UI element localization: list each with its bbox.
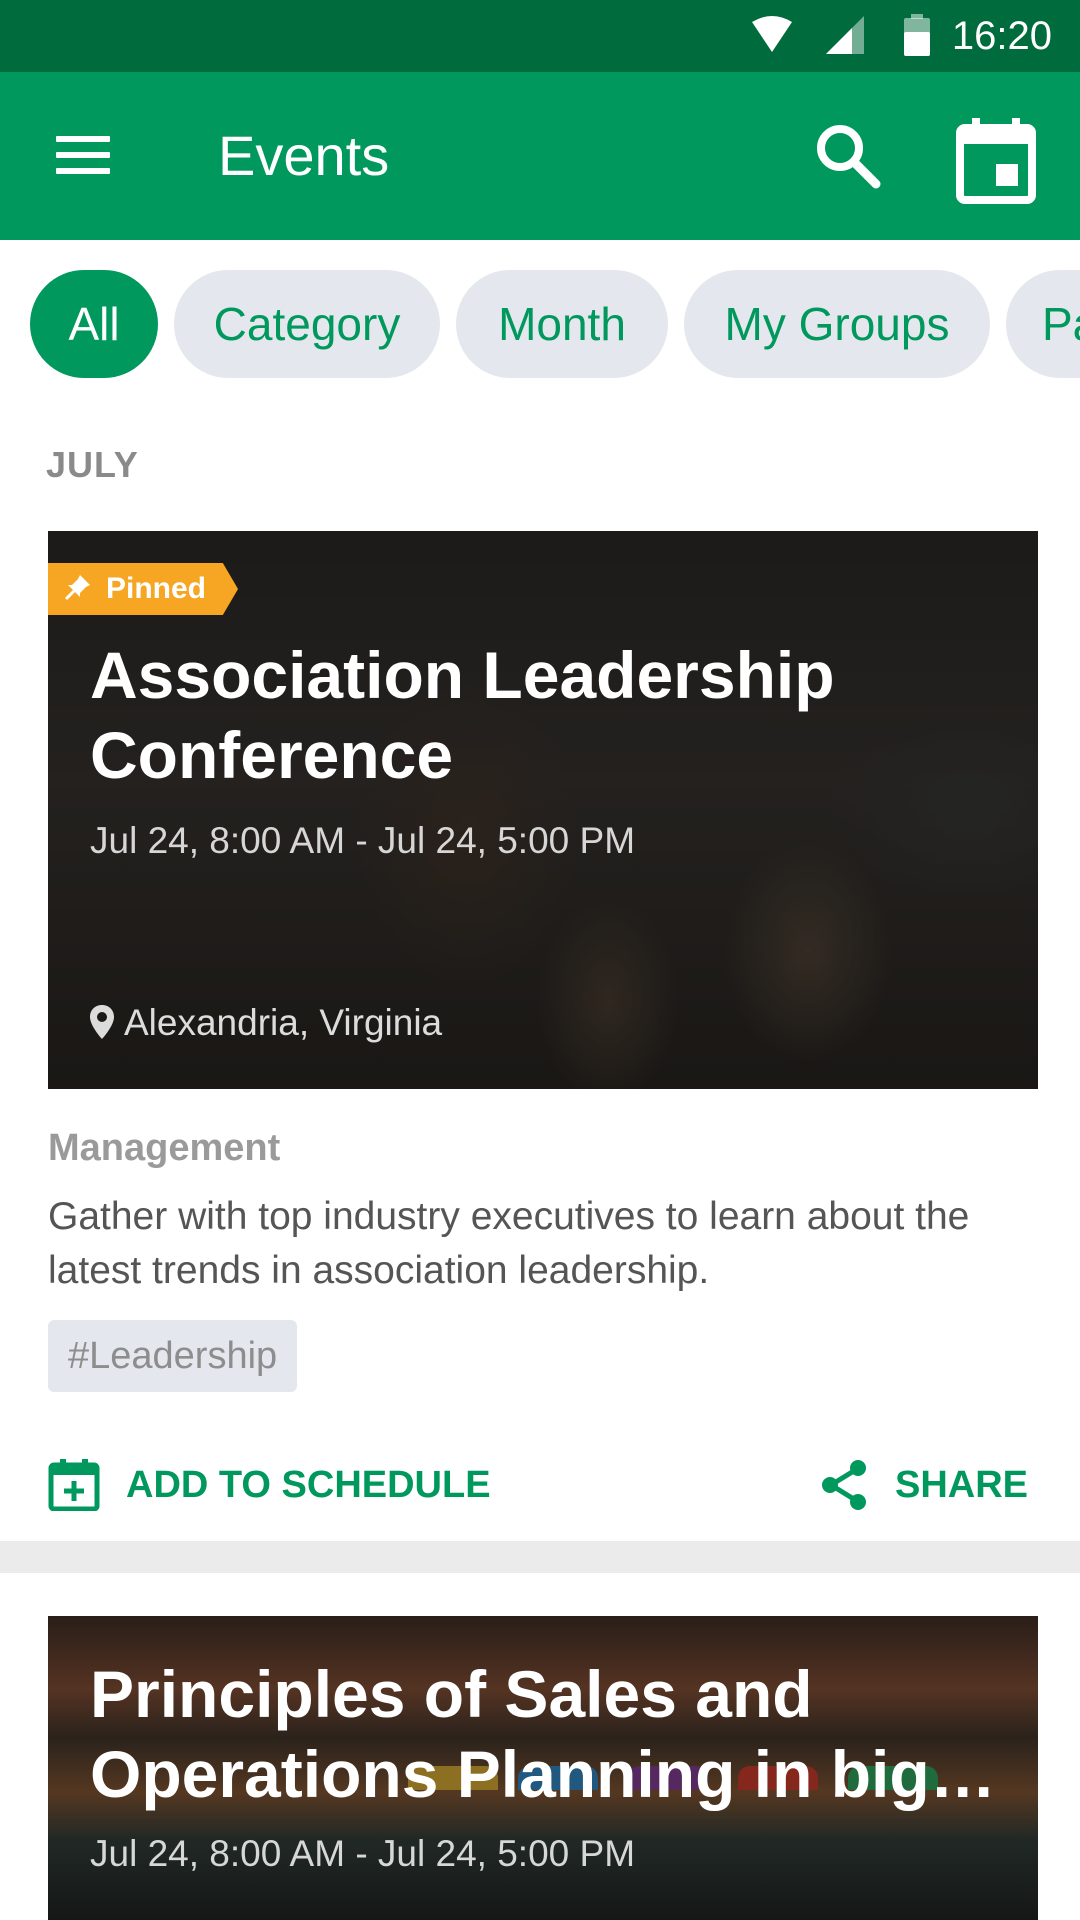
- share-icon: [821, 1460, 866, 1510]
- page-title: Events: [218, 124, 390, 187]
- battery-icon: [904, 14, 930, 56]
- app-bar: Events: [0, 72, 1080, 240]
- share-button[interactable]: SHARE: [819, 1450, 1028, 1520]
- event-date: Jul 24, 8:00 AM - Jul 24, 5:00 PM: [90, 820, 636, 861]
- status-bar: 16:20: [0, 0, 1080, 72]
- wifi-icon: [752, 16, 792, 52]
- chip-my-groups[interactable]: My Groups: [684, 270, 990, 378]
- cell-signal-icon: [826, 16, 864, 54]
- event-location: Alexandria, Virginia: [90, 1001, 442, 1045]
- add-to-schedule-label: ADD TO SCHEDULE: [126, 1463, 491, 1506]
- calendar-icon[interactable]: [950, 114, 1042, 206]
- event-description: Gather with top industry executives to l…: [48, 1195, 970, 1292]
- add-to-schedule-button[interactable]: ADD TO SCHEDULE: [48, 1450, 491, 1520]
- search-icon[interactable]: [806, 114, 890, 198]
- filter-chip-row: All Category Month My Groups Pa: [0, 270, 1080, 380]
- event-tag[interactable]: #Leadership: [48, 1320, 298, 1392]
- menu-button[interactable]: [40, 112, 128, 200]
- event-card-image[interactable]: Pinned Association Leadership Conference…: [48, 531, 1038, 1089]
- pin-icon: [64, 575, 90, 601]
- event-category: Management: [48, 1127, 281, 1169]
- event-location-text: Alexandria, Virginia: [124, 1002, 443, 1043]
- event-card-image[interactable]: Principles of Sales and Operations Plann…: [48, 1616, 1038, 1920]
- calendar-add-icon: [48, 1459, 100, 1511]
- event-title: Association Leadership Conference: [90, 638, 835, 792]
- chip-all[interactable]: All: [30, 270, 158, 378]
- menu-icon: [56, 136, 110, 142]
- pinned-badge: Pinned: [48, 563, 239, 615]
- share-label: SHARE: [894, 1463, 1028, 1506]
- event-date: Jul 24, 8:00 AM - Jul 24, 5:00 PM: [90, 1833, 636, 1874]
- status-time: 16:20: [951, 14, 1052, 58]
- event-title: Principles of Sales and Operations Plann…: [90, 1657, 996, 1811]
- pinned-label: Pinned: [106, 572, 207, 605]
- chip-partial[interactable]: Pa: [1006, 270, 1080, 378]
- card-divider: [0, 1541, 1080, 1573]
- chip-category[interactable]: Category: [174, 270, 440, 378]
- chip-month[interactable]: Month: [456, 270, 668, 378]
- month-section-header: JULY: [46, 444, 139, 485]
- location-pin-icon: [90, 1005, 114, 1039]
